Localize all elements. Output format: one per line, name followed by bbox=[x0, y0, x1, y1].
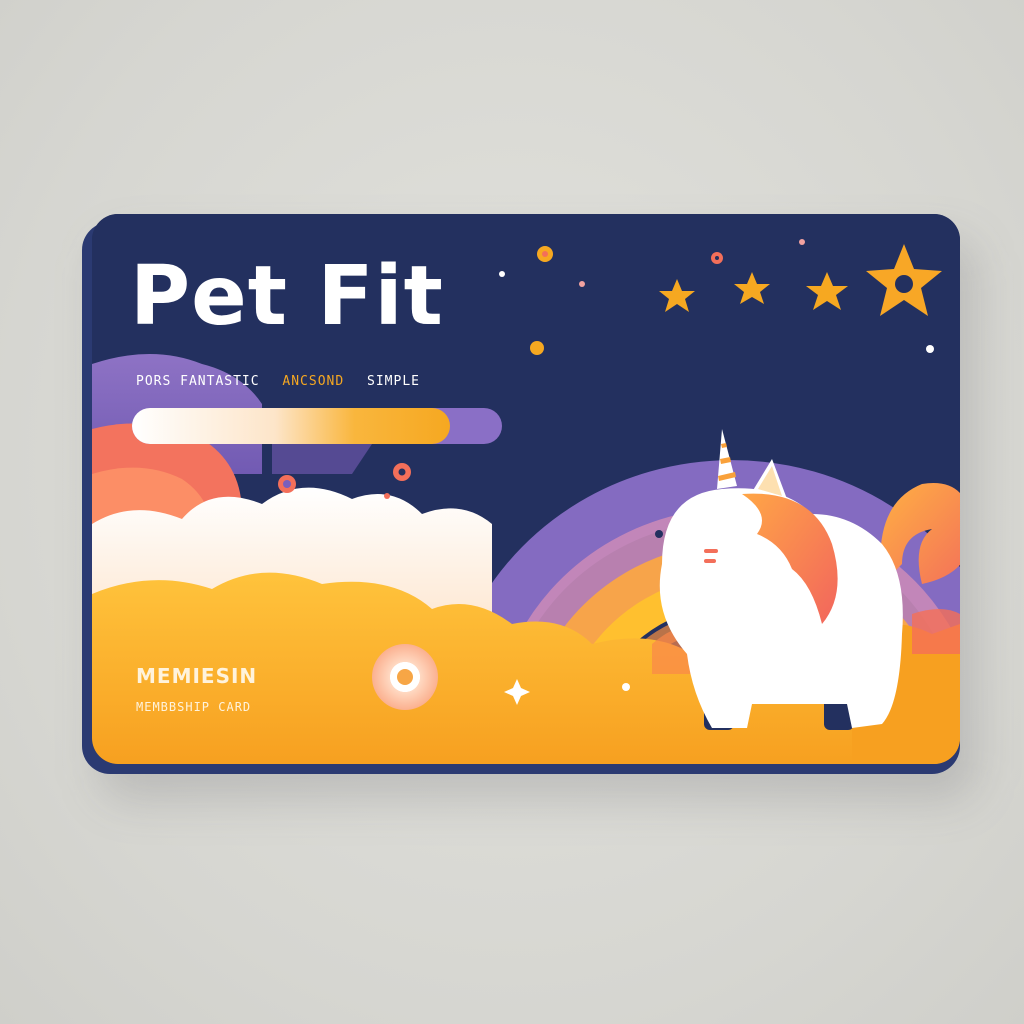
tagline: PORS FANTASTIC ANCSOND SIMPLE bbox=[136, 374, 434, 389]
dot bbox=[530, 341, 544, 355]
membership-card: Pet Fit PORS FANTASTIC ANCSOND SIMPLE ME… bbox=[92, 214, 960, 764]
dot bbox=[499, 271, 505, 277]
membership-label: MEMIESIN bbox=[136, 664, 258, 688]
membership-sublabel: MEMBBSHIP CARD bbox=[136, 700, 252, 714]
tagline-part-3: SIMPLE bbox=[367, 374, 420, 389]
tagline-part-1: PORS FANTASTIC bbox=[136, 374, 260, 389]
background: Pet Fit PORS FANTASTIC ANCSOND SIMPLE ME… bbox=[0, 0, 1024, 1024]
card-title: Pet Fit bbox=[130, 249, 444, 344]
sparkle-dot bbox=[622, 683, 630, 691]
dot bbox=[579, 281, 585, 287]
progress-bar bbox=[132, 408, 502, 444]
target-icon bbox=[372, 644, 438, 710]
dot bbox=[926, 345, 934, 353]
dot bbox=[799, 239, 805, 245]
tagline-part-2: ANCSOND bbox=[282, 374, 345, 389]
